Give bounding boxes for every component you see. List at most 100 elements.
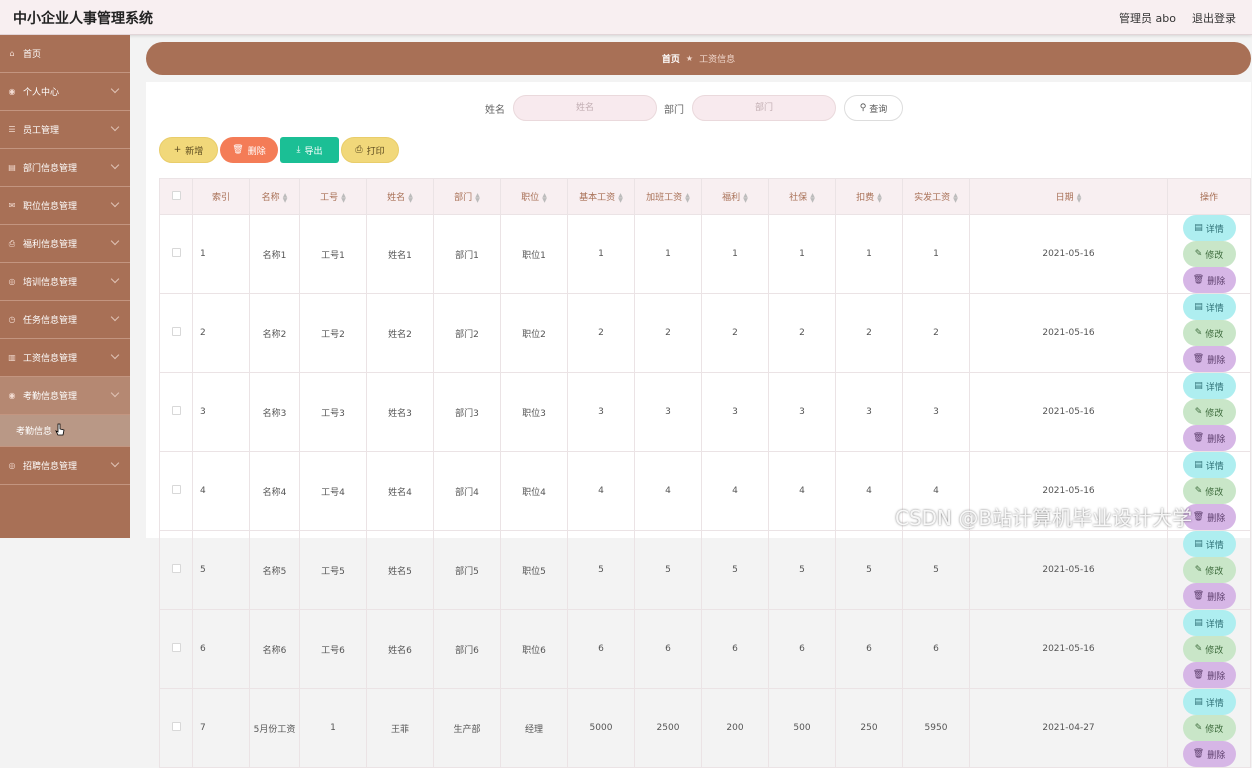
chevron-down-icon: [110, 350, 120, 360]
delete-button[interactable]: 🗑 删除: [1182, 425, 1236, 451]
table-cell: 生产部: [433, 688, 501, 768]
column-header-label: 社保: [789, 193, 808, 203]
sort-icon[interactable]: ▲ ▼: [341, 192, 346, 203]
sidebar-item[interactable]: ☰ 员工管理: [0, 111, 130, 149]
row-checkbox[interactable]: [171, 248, 181, 257]
row-checkbox[interactable]: [171, 643, 181, 652]
batch-delete-button[interactable]: 🗑 删除: [220, 137, 278, 163]
sort-icon[interactable]: ▲ ▼: [408, 192, 413, 203]
row-checkbox[interactable]: [171, 564, 181, 573]
table-cell: 200: [701, 688, 769, 768]
sort-icon[interactable]: ▲ ▼: [475, 192, 480, 203]
column-header[interactable]: 扣费 ▲ ▼: [835, 178, 903, 215]
table-cell: 5: [835, 530, 903, 610]
edit-button[interactable]: ✎ 修改: [1182, 715, 1236, 741]
column-header[interactable]: 基本工资 ▲ ▼: [567, 178, 635, 215]
name-search-input[interactable]: [513, 95, 657, 121]
chevron-down-icon: [110, 236, 120, 246]
delete-button[interactable]: 🗑 删除: [1182, 583, 1236, 609]
row-checkbox[interactable]: [171, 722, 181, 731]
sort-icon[interactable]: ▲ ▼: [685, 192, 690, 203]
column-header[interactable]: 实发工资 ▲ ▼: [902, 178, 970, 215]
sidebar-subitem[interactable]: 考勤信息: [0, 415, 130, 447]
sidebar-item[interactable]: ◷ 任务信息管理: [0, 301, 130, 339]
logout-link[interactable]: 退出登录: [1192, 10, 1236, 26]
edit-button[interactable]: ✎ 修改: [1182, 557, 1236, 583]
table-cell: 5月份工资: [249, 688, 300, 768]
sidebar-item-label: 员工管理: [23, 126, 60, 136]
delete-button[interactable]: 🗑 删除: [1182, 346, 1236, 372]
table-cell: 3: [701, 372, 769, 452]
sidebar-item[interactable]: ◎ 培训信息管理: [0, 263, 130, 301]
row-checkbox[interactable]: [171, 327, 181, 336]
detail-button[interactable]: ▤ 详情: [1182, 531, 1236, 557]
search-button[interactable]: ⚲ 查询: [844, 95, 903, 121]
table-header-row: 索引 名称 ▲ ▼ 工号 ▲ ▼ 姓名 ▲ ▼ 部门 ▲ ▼ 职位 ▲ ▼ 基本工资 ▲ ▼ 加班工资 ▲ ▼ 福利 ▲ ▼ 社保…: [159, 178, 1251, 215]
column-header[interactable]: 工号 ▲ ▼: [299, 178, 367, 215]
trash-icon: 🗑: [232, 145, 244, 155]
column-header-label: 实发工资: [914, 193, 951, 203]
delete-button[interactable]: 🗑 删除: [1182, 662, 1236, 688]
sort-icon[interactable]: ▲ ▼: [743, 192, 748, 203]
column-header[interactable]: 日期 ▲ ▼: [969, 178, 1168, 215]
row-select-cell: [159, 530, 193, 610]
delete-button[interactable]: 🗑 删除: [1182, 504, 1236, 530]
column-header[interactable]: 职位 ▲ ▼: [500, 178, 568, 215]
breadcrumb-home[interactable]: 首页: [662, 52, 680, 65]
table-cell: 2021-04-27: [969, 688, 1168, 768]
sort-icon[interactable]: ▲ ▼: [877, 192, 882, 203]
sidebar-item[interactable]: ▥ 工资信息管理: [0, 339, 130, 377]
edit-button[interactable]: ✎ 修改: [1182, 478, 1236, 504]
edit-button[interactable]: ✎ 修改: [1182, 399, 1236, 425]
detail-button[interactable]: ▤ 详情: [1182, 689, 1236, 715]
add-button[interactable]: + 新增: [159, 137, 218, 163]
sort-icon[interactable]: ▲ ▼: [283, 192, 288, 203]
select-all-checkbox[interactable]: [171, 190, 181, 200]
column-header[interactable]: 姓名 ▲ ▼: [366, 178, 434, 215]
sidebar-item-label: 职位信息管理: [23, 202, 78, 212]
row-checkbox[interactable]: [171, 485, 181, 494]
column-header[interactable]: 部门 ▲ ▼: [433, 178, 501, 215]
file-icon: ▤: [1194, 539, 1203, 549]
sort-icon[interactable]: ▲ ▼: [542, 192, 547, 203]
detail-button[interactable]: ▤ 详情: [1182, 294, 1236, 320]
sidebar-item[interactable]: ▤ 部门信息管理: [0, 149, 130, 187]
print-button[interactable]: ⎙ 打印: [341, 137, 399, 163]
row-checkbox[interactable]: [171, 406, 181, 415]
table-cell: 姓名3: [366, 372, 434, 452]
sidebar-item[interactable]: ⎙ 福利信息管理: [0, 225, 130, 263]
table-cell: 职位2: [500, 293, 568, 373]
sidebar-item-label: 个人中心: [23, 88, 60, 98]
table-row: 2 名称2 工号2 姓名2 部门2 职位2 2 2 2 2 2 2 2021-05-16 ▤ 详情 ✎ 修改 🗑 删…: [159, 293, 1251, 373]
edit-button[interactable]: ✎ 修改: [1182, 320, 1236, 346]
edit-button[interactable]: ✎ 修改: [1182, 636, 1236, 662]
detail-button[interactable]: ▤ 详情: [1182, 610, 1236, 636]
detail-button[interactable]: ▤ 详情: [1182, 452, 1236, 478]
detail-button[interactable]: ▤ 详情: [1182, 215, 1236, 241]
sort-icon[interactable]: ▲ ▼: [810, 192, 815, 203]
edit-button-label: 修改: [1205, 566, 1224, 577]
sidebar-item[interactable]: ⌂ 首页: [0, 35, 130, 73]
column-header[interactable]: 社保 ▲ ▼: [768, 178, 836, 215]
sidebar-item[interactable]: ◉ 考勤信息管理: [0, 377, 130, 415]
table-cell: 4: [192, 451, 250, 531]
table-cell: 姓名4: [366, 451, 434, 531]
current-user[interactable]: 管理员 abo: [1119, 10, 1176, 26]
detail-button[interactable]: ▤ 详情: [1182, 373, 1236, 399]
sidebar-item[interactable]: ◎ 招聘信息管理: [0, 447, 130, 485]
delete-button[interactable]: 🗑 删除: [1182, 267, 1236, 293]
sidebar-item[interactable]: ◉ 个人中心: [0, 73, 130, 111]
sort-icon[interactable]: ▲ ▼: [953, 192, 958, 203]
sidebar-item[interactable]: ✉ 职位信息管理: [0, 187, 130, 225]
column-header[interactable]: 福利 ▲ ▼: [701, 178, 769, 215]
table-cell: 1: [768, 214, 836, 294]
dept-search-input[interactable]: [692, 95, 836, 121]
column-header[interactable]: 名称 ▲ ▼: [249, 178, 300, 215]
edit-button[interactable]: ✎ 修改: [1182, 241, 1236, 267]
sort-icon[interactable]: ▲ ▼: [1077, 192, 1082, 203]
chevron-down-icon: [110, 198, 120, 208]
column-header[interactable]: 加班工资 ▲ ▼: [634, 178, 702, 215]
delete-button[interactable]: 🗑 删除: [1182, 741, 1236, 767]
sort-icon[interactable]: ▲ ▼: [618, 192, 623, 203]
export-button[interactable]: ⤓ 导出: [280, 137, 339, 163]
